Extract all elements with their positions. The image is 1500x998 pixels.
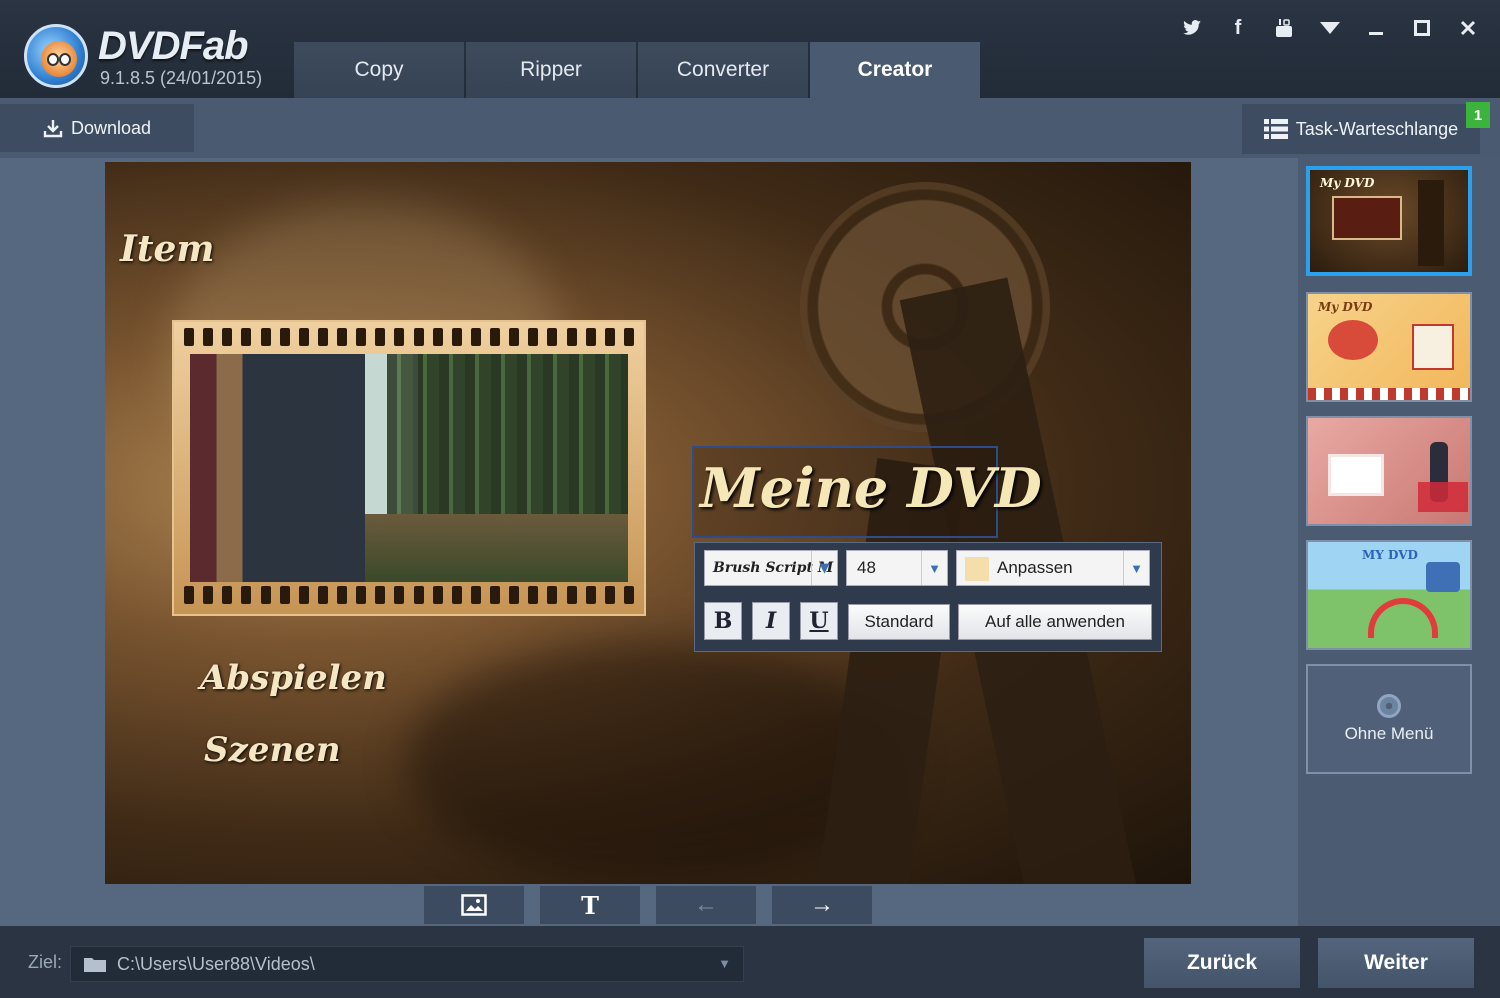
italic-button[interactable]: I (752, 602, 790, 640)
target-path-value: C:\Users\User88\Videos\ (117, 953, 315, 974)
version-label: 9.1.8.5 (24/01/2015) (100, 68, 263, 88)
image-icon[interactable] (424, 886, 524, 924)
no-menu-label: Ohne Menü (1344, 724, 1434, 743)
download-icon (43, 120, 63, 138)
brand-name: DVDFab (98, 24, 249, 68)
underline-button[interactable]: U (800, 602, 838, 640)
template-title: My DVD (1318, 300, 1373, 314)
next-button[interactable]: Weiter (1318, 938, 1474, 988)
window-controls: f (1178, 14, 1482, 42)
chevron-down-icon[interactable]: ▼ (718, 956, 731, 971)
target-path-field[interactable]: C:\Users\User88\Videos\ ▼ (70, 946, 744, 982)
color-select[interactable]: Anpassen ▼ (956, 550, 1150, 586)
no-menu-option[interactable]: Ohne Menü (1306, 664, 1472, 774)
text-icon[interactable]: T (540, 886, 640, 924)
film-holes-bottom (184, 586, 634, 608)
chevron-down-icon: ▼ (921, 551, 947, 585)
template-title: MY DVD (1362, 548, 1418, 562)
minimize-icon[interactable] (1362, 14, 1390, 42)
tab-creator[interactable]: Creator (810, 42, 980, 98)
dropdown-icon[interactable] (1316, 14, 1344, 42)
chevron-down-icon: ▼ (1123, 551, 1149, 585)
disc-icon (1377, 694, 1401, 718)
color-swatch (965, 557, 989, 581)
task-queue-label: Task-Warteschlange (1295, 118, 1459, 139)
font-size-select[interactable]: 48 ▼ (846, 550, 948, 586)
menu-scenes-text[interactable]: Szenen (204, 730, 341, 770)
module-tabs: Copy Ripper Converter Creator (294, 42, 982, 98)
task-count-badge: 1 (1466, 102, 1490, 128)
task-queue-button[interactable]: Task-Warteschlange (1242, 104, 1480, 154)
folder-icon (84, 958, 106, 972)
youtube-icon[interactable] (1270, 14, 1298, 42)
font-size-value: 48 (857, 558, 876, 577)
tab-copy[interactable]: Copy (294, 42, 464, 98)
template-thumbnail-1[interactable]: My DVD (1306, 166, 1472, 276)
facebook-icon[interactable]: f (1224, 14, 1252, 42)
template-thumbnail-3[interactable] (1306, 416, 1472, 526)
dvdfab-logo (24, 24, 88, 88)
back-button[interactable]: Zurück (1144, 938, 1300, 988)
tab-ripper[interactable]: Ripper (466, 42, 636, 98)
tab-converter[interactable]: Converter (638, 42, 808, 98)
film-holes-top (184, 328, 634, 350)
menu-title-text[interactable]: Meine DVD (700, 456, 1042, 520)
bold-button[interactable]: B (704, 602, 742, 640)
forward-arrow-icon[interactable]: → (772, 886, 872, 924)
video-thumbnail-frame[interactable] (172, 320, 646, 616)
preview-toolbar: T ← → (424, 886, 872, 924)
back-arrow-icon[interactable]: ← (656, 886, 756, 924)
menu-item-text[interactable]: Item (120, 228, 214, 270)
menu-play-text[interactable]: Abspielen (200, 658, 387, 698)
template-title: My DVD (1320, 176, 1375, 190)
train-video-preview (190, 354, 628, 582)
template-thumbnail-2[interactable]: My DVD (1306, 292, 1472, 402)
target-label: Ziel: (28, 952, 63, 972)
download-button[interactable]: Download (0, 104, 194, 152)
color-mode-value: Anpassen (997, 558, 1073, 577)
download-label: Download (70, 117, 152, 138)
title-bar: DVDFab 9.1.8.5 (24/01/2015) Copy Ripper … (0, 0, 1500, 98)
template-thumbnail-4[interactable]: MY DVD (1306, 540, 1472, 650)
standard-button[interactable]: Standard (848, 604, 950, 640)
apply-all-button[interactable]: Auf alle anwenden (958, 604, 1152, 640)
font-family-select[interactable]: Brush Script M ▼ (704, 550, 838, 586)
chevron-down-icon: ▼ (811, 551, 837, 585)
list-icon (1263, 119, 1288, 139)
maximize-icon[interactable] (1408, 14, 1436, 42)
twitter-icon[interactable] (1178, 14, 1206, 42)
close-icon[interactable] (1454, 14, 1482, 42)
